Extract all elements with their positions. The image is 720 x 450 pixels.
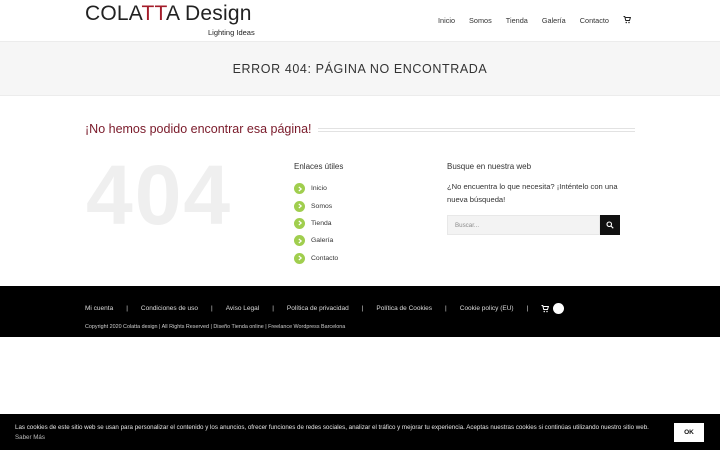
footer-link-privacidad[interactable]: Política de privacidad: [287, 305, 349, 312]
useful-link-contacto[interactable]: Contacto: [294, 250, 338, 267]
cookie-learn-more-link[interactable]: Saber Más: [15, 434, 45, 441]
logo[interactable]: COLATTA Design Lighting Ideas: [85, 2, 265, 38]
useful-link-label: Tienda: [311, 219, 332, 227]
chevron-right-icon: [294, 252, 305, 264]
useful-link-somos[interactable]: Somos: [294, 197, 338, 214]
copyright-text: Copyright 2020 Colatta design | All Righ…: [85, 324, 346, 330]
page-title: ERROR 404: PÁGINA NO ENCONTRADA: [232, 62, 488, 76]
chevron-right-icon: [294, 183, 305, 195]
useful-link-label: Somos: [311, 202, 333, 210]
main-nav: Inicio Somos Tienda Galería Contacto: [438, 15, 633, 25]
useful-link-label: Inicio: [311, 185, 327, 193]
search-description: ¿No encuentra lo que necesita? ¡Inténtel…: [447, 182, 618, 204]
nav-item-inicio[interactable]: Inicio: [438, 16, 455, 25]
nav-item-contacto[interactable]: Contacto: [580, 16, 609, 25]
search-button[interactable]: [600, 215, 620, 235]
chevron-right-icon: [294, 217, 305, 229]
footer-links: Mi cuenta | Condiciones de uso | Aviso L…: [85, 303, 565, 314]
footer-separator: |: [211, 305, 213, 312]
cookie-accept-button[interactable]: OK: [674, 423, 704, 442]
useful-links-list: Inicio Somos Tienda Galería Contacto: [294, 180, 338, 267]
useful-link-galeria[interactable]: Galería: [294, 232, 338, 249]
logo-tagline: Lighting Ideas: [208, 28, 255, 37]
useful-link-tienda[interactable]: Tienda: [294, 215, 338, 232]
chevron-right-icon: [294, 200, 305, 212]
footer-separator: |: [526, 305, 529, 312]
search-input[interactable]: [447, 215, 600, 235]
footer-link-mi-cuenta[interactable]: Mi cuenta: [85, 305, 113, 312]
heading-separator: [318, 128, 635, 132]
search-section-title: Busque en nuestra web: [447, 162, 532, 171]
footer-link-cookies[interactable]: Política de Cookies: [376, 305, 432, 312]
footer-link-aviso-legal[interactable]: Aviso Legal: [226, 305, 260, 312]
footer-link-condiciones[interactable]: Condiciones de uso: [141, 305, 198, 312]
site-header: COLATTA Design Lighting Ideas Inicio Som…: [0, 0, 720, 41]
chevron-right-icon: [294, 235, 305, 247]
logo-wordmark: COLATTA Design: [85, 2, 252, 25]
useful-link-label: Contacto: [311, 254, 339, 262]
cookie-consent-bar: Las cookies de este sitio web se usan pa…: [0, 414, 720, 450]
shopping-cart-icon[interactable]: [623, 15, 633, 25]
footer-link-cookie-policy-eu[interactable]: Cookie policy (EU): [460, 305, 514, 312]
useful-links-title: Enlaces útiles: [294, 162, 344, 171]
cookie-message-text: Las cookies de este sitio web se usan pa…: [15, 424, 649, 431]
not-found-heading: ¡No hemos podido encontrar esa página!: [85, 122, 312, 136]
useful-link-inicio[interactable]: Inicio: [294, 180, 338, 197]
footer-separator: |: [272, 305, 274, 312]
page-title-bar: ERROR 404: PÁGINA NO ENCONTRADA: [0, 41, 720, 96]
cookie-message: Las cookies de este sitio web se usan pa…: [15, 423, 665, 443]
nav-item-tienda[interactable]: Tienda: [506, 16, 528, 25]
cart-count-badge: [553, 303, 565, 314]
error-code-404: 404: [86, 148, 233, 242]
nav-item-somos[interactable]: Somos: [469, 16, 492, 25]
footer-separator: |: [361, 305, 364, 312]
useful-link-label: Galería: [311, 237, 334, 245]
footer-cart[interactable]: [541, 303, 565, 314]
footer-separator: |: [445, 305, 447, 312]
site-footer: Mi cuenta | Condiciones de uso | Aviso L…: [0, 286, 720, 337]
shopping-cart-icon: [541, 304, 550, 312]
footer-separator: |: [126, 305, 128, 312]
nav-item-galeria[interactable]: Galería: [542, 16, 566, 25]
search-icon: [606, 221, 614, 229]
